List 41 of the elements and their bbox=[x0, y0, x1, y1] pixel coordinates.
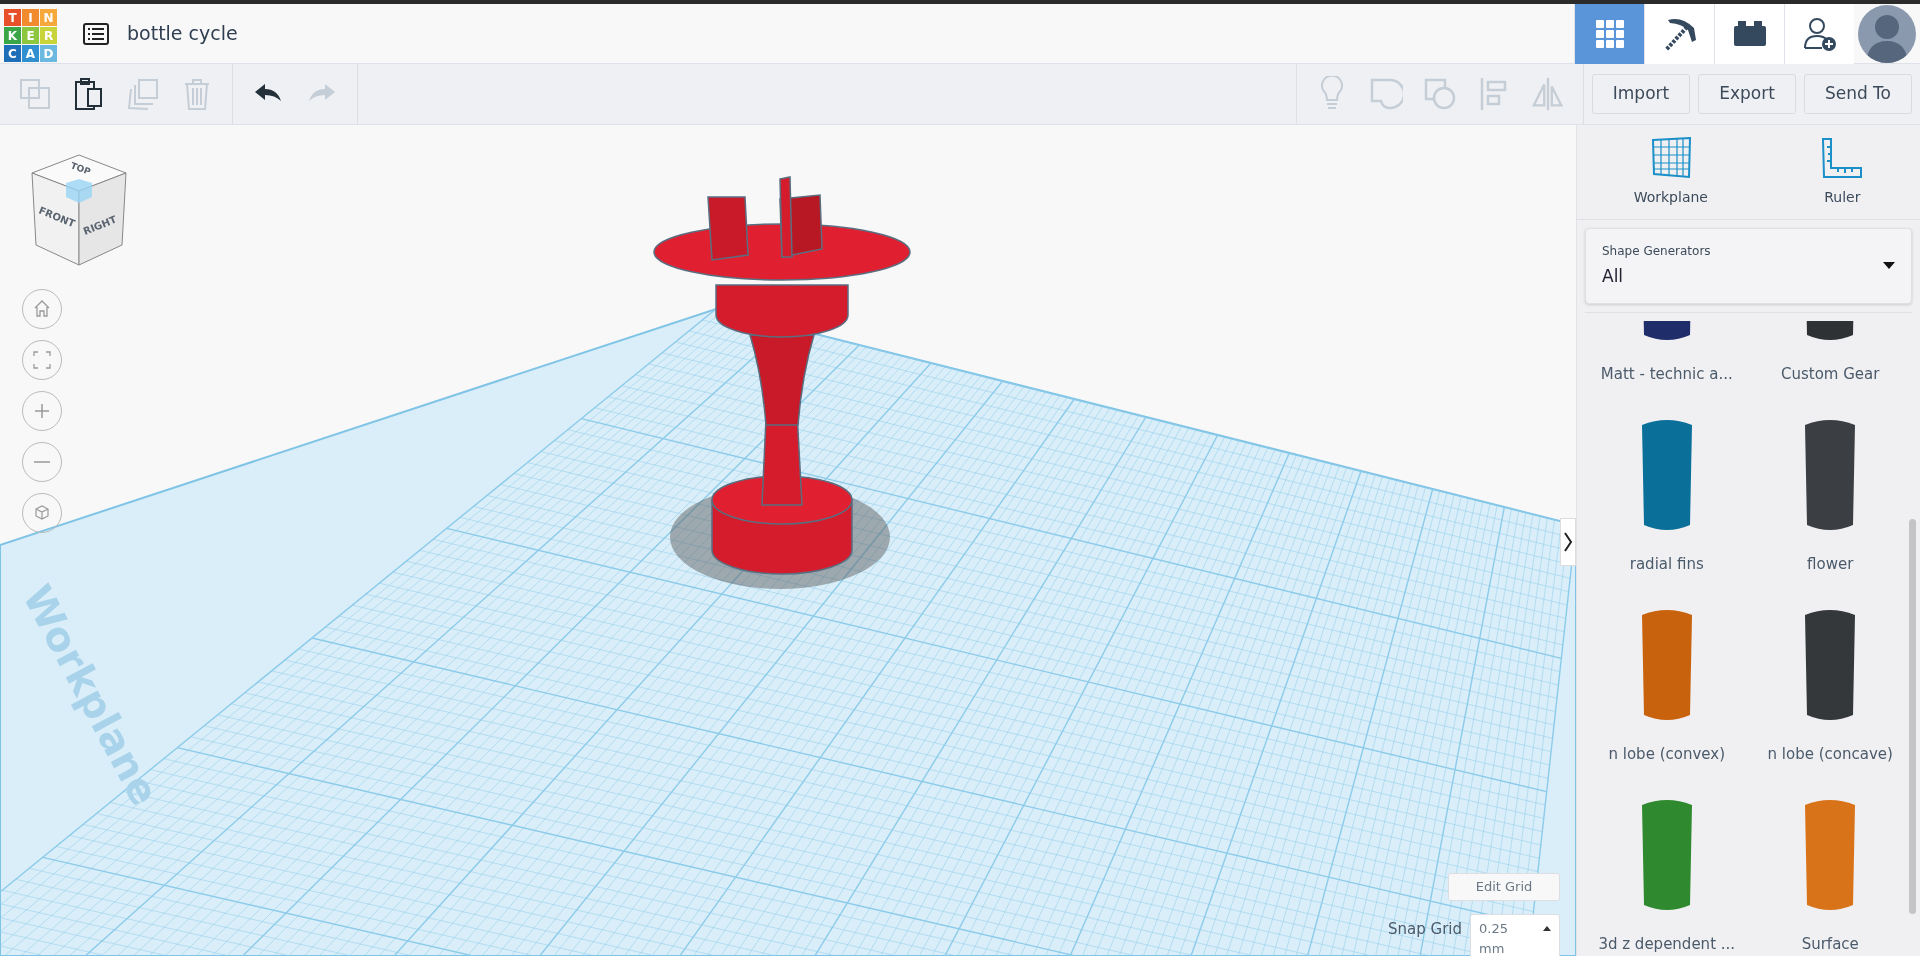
shape-tile[interactable]: Surface bbox=[1748, 773, 1912, 952]
chevron-right-icon[interactable] bbox=[1560, 518, 1576, 566]
shape-tile[interactable]: n lobe (concave) bbox=[1748, 583, 1912, 773]
shape-tile[interactable]: radial fins bbox=[1585, 393, 1749, 583]
edit-grid-button[interactable]: Edit Grid bbox=[1448, 873, 1560, 901]
logo-tile: R bbox=[40, 27, 57, 44]
brick-icon bbox=[1731, 18, 1768, 49]
ruler-icon bbox=[1821, 136, 1864, 179]
shape-tile[interactable]: flower bbox=[1748, 393, 1912, 583]
logo-tile: N bbox=[40, 9, 57, 26]
logo-tile: T bbox=[4, 9, 21, 26]
export-button[interactable]: Export bbox=[1698, 74, 1796, 114]
document-title: bottle cycle bbox=[127, 21, 238, 47]
ruler-button[interactable]: Ruler bbox=[1764, 125, 1920, 219]
category-dropdown[interactable]: Shape Generators All bbox=[1585, 228, 1912, 304]
snap-grid-field[interactable]: 0.25 mm bbox=[1470, 914, 1560, 956]
shape-tile[interactable]: 3d z dependent ... bbox=[1585, 773, 1749, 952]
snap-grid-label: Snap Grid bbox=[1388, 919, 1462, 940]
view-tab[interactable] bbox=[1644, 3, 1714, 64]
caret-icon bbox=[1543, 926, 1551, 932]
workplane-grid-icon bbox=[1649, 136, 1692, 179]
logo-tile: K bbox=[4, 27, 21, 44]
snap-grid-unit: mm bbox=[1479, 939, 1506, 956]
logo-tile: I bbox=[22, 9, 39, 26]
view-tab[interactable] bbox=[1714, 3, 1784, 64]
grid-view-icon bbox=[1594, 18, 1625, 49]
caret-icon bbox=[1883, 262, 1895, 270]
shape-tile[interactable]: Custom Gear bbox=[1748, 313, 1912, 393]
import-button[interactable]: Import bbox=[1591, 74, 1691, 114]
logo-tile: A bbox=[22, 45, 39, 62]
add-user-icon[interactable] bbox=[1784, 3, 1854, 64]
scrollbar[interactable] bbox=[1909, 519, 1916, 914]
avatar[interactable] bbox=[1858, 4, 1916, 63]
shape-tile[interactable]: Matt - technic a... bbox=[1585, 313, 1749, 393]
send-to-button[interactable]: Send To bbox=[1803, 74, 1912, 114]
workplane-button[interactable]: Workplane bbox=[1577, 125, 1765, 219]
snap-grid-value: 0.25 bbox=[1479, 920, 1508, 938]
logo-tile: E bbox=[22, 27, 39, 44]
logo-tile: D bbox=[40, 45, 57, 62]
shape-tile[interactable]: n lobe (convex) bbox=[1585, 583, 1749, 773]
logo-tile: C bbox=[4, 45, 21, 62]
